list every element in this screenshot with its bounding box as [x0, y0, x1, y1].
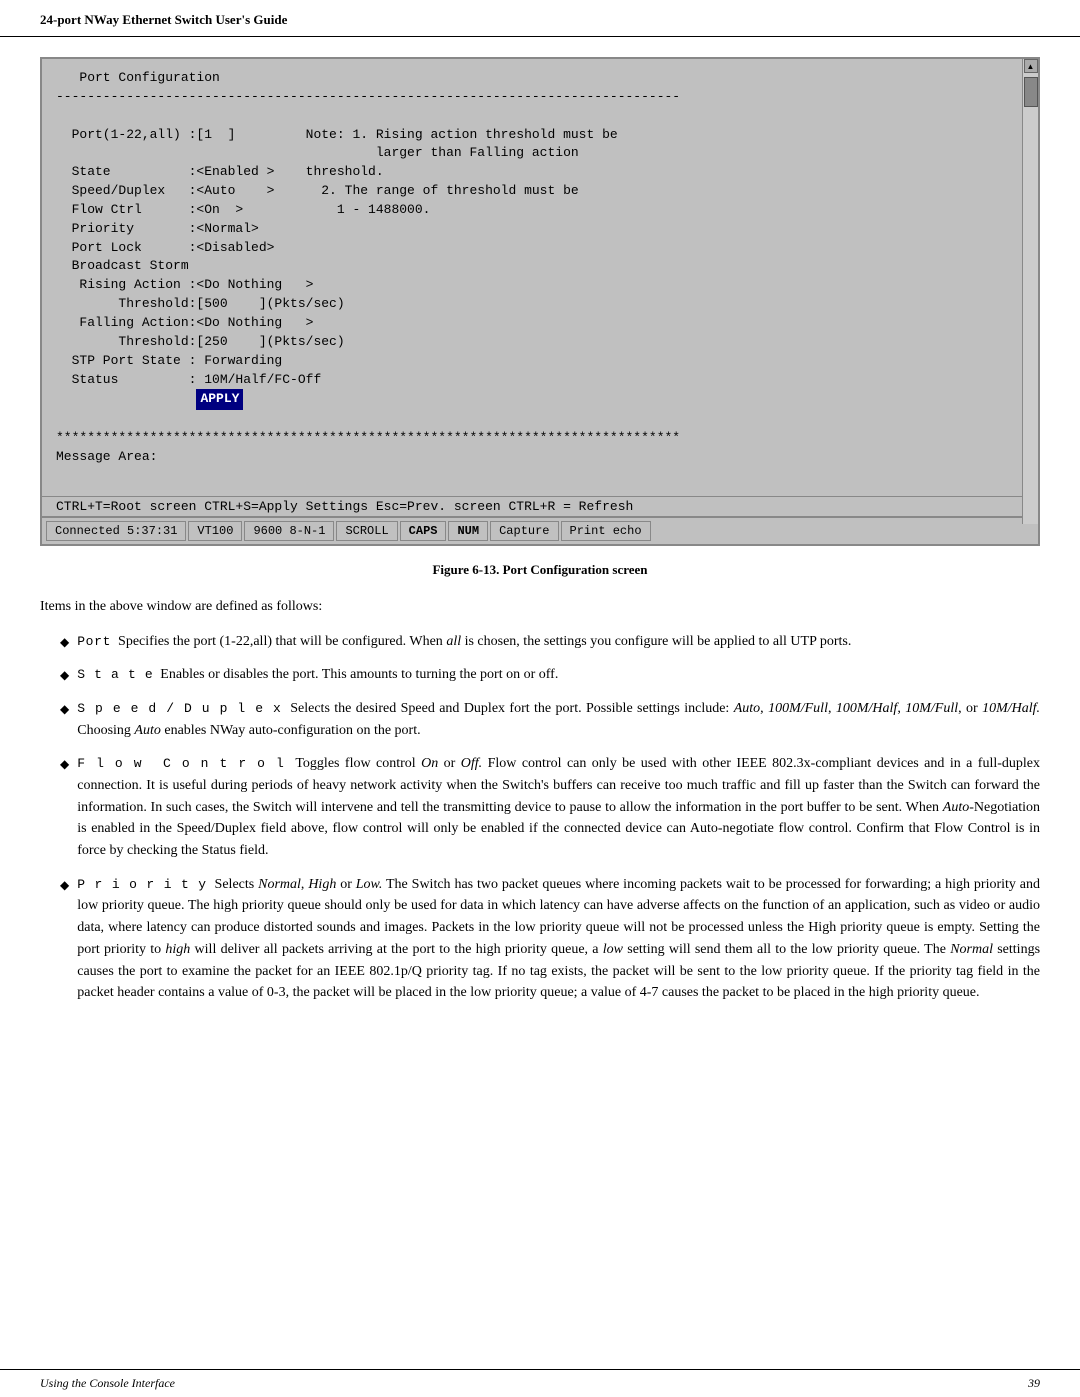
speed-field: Speed/Duplex :<Auto > 2. The range of th… — [56, 182, 1008, 201]
terminal-title-line: Port Configuration — [56, 69, 1008, 88]
port-label: Port — [77, 634, 111, 649]
flow-off-italic: Off. — [461, 756, 482, 771]
page-header: 24-port NWay Ethernet Switch User's Guid… — [0, 0, 1080, 37]
bullet-content-port: Port Specifies the port (1-22,all) that … — [77, 631, 1040, 653]
speed-10full-italic: 10M/Full — [905, 701, 958, 716]
speed-10half-italic: 10M/Half. — [982, 701, 1040, 716]
speed-label: S p e e d / D u p l e x — [77, 701, 281, 716]
priority-high2-italic: high — [165, 942, 190, 957]
baud-status: 9600 8-N-1 — [244, 521, 334, 541]
header-title: 24-port NWay Ethernet Switch User's Guid… — [40, 12, 287, 28]
blank-3 — [56, 467, 1008, 486]
bullet-item-speed: ◆ S p e e d / D u p l e x Selects the de… — [60, 698, 1040, 741]
caps-status: CAPS — [400, 521, 447, 541]
priority-low-italic: Low. — [356, 877, 383, 892]
port-all-italic: all — [446, 634, 461, 649]
rising-threshold: Threshold:[500 ](Pkts/sec) — [56, 295, 1008, 314]
terminal-blank-1 — [56, 107, 1008, 126]
terminal-window: ▲ Port Configuration -------------------… — [40, 57, 1040, 546]
broadcast-label: Broadcast Storm — [56, 257, 1008, 276]
speed-100full-italic: 100M/Full — [768, 701, 828, 716]
bullet-list: ◆ Port Specifies the port (1-22,all) tha… — [60, 631, 1040, 1004]
state-label: S t a t e — [77, 667, 153, 682]
page-footer: Using the Console Interface 39 — [0, 1369, 1080, 1397]
blank-2 — [56, 410, 1008, 429]
main-content: ▲ Port Configuration -------------------… — [0, 37, 1080, 1036]
status-bar: Connected 5:37:31 VT100 9600 8-N-1 SCROL… — [42, 516, 1038, 544]
bullet-content-state: S t a t e Enables or disables the port. … — [77, 664, 1040, 686]
scrollbar-thumb[interactable] — [1024, 77, 1038, 107]
flow-field: Flow Ctrl :<On > 1 - 1488000. — [56, 201, 1008, 220]
capture-status: Capture — [490, 521, 558, 541]
bullet-content-flow: F l o w C o n t r o l Toggles flow contr… — [77, 753, 1040, 861]
priority-normal2-italic: Normal — [950, 942, 993, 957]
bullet-content-speed: S p e e d / D u p l e x Selects the desi… — [77, 698, 1040, 741]
falling-threshold: Threshold:[250 ](Pkts/sec) — [56, 333, 1008, 352]
priority-label: P r i o r i t y — [77, 877, 207, 892]
port-field: Port(1-22,all) :[1 ] Note: 1. Rising act… — [56, 126, 1008, 145]
priority-field: Priority :<Normal> — [56, 220, 1008, 239]
bullet-diamond-port: ◆ — [60, 633, 69, 653]
speed-options-italic: Auto — [734, 701, 760, 716]
bullet-content-priority: P r i o r i t y Selects Normal, High or … — [77, 874, 1040, 1004]
scroll-up-arrow[interactable]: ▲ — [1024, 59, 1038, 73]
rising-action: Rising Action :<Do Nothing > — [56, 276, 1008, 295]
message-area: Message Area: — [56, 448, 1008, 467]
protocol-status: VT100 — [188, 521, 242, 541]
bullet-item-flow: ◆ F l o w C o n t r o l Toggles flow con… — [60, 753, 1040, 861]
terminal-screen: Port Configuration ---------------------… — [42, 59, 1022, 496]
falling-action: Falling Action:<Do Nothing > — [56, 314, 1008, 333]
speed-auto-italic: Auto — [134, 723, 160, 738]
bullet-diamond-state: ◆ — [60, 666, 69, 686]
bullet-item-state: ◆ S t a t e Enables or disables the port… — [60, 664, 1040, 686]
status-line: Status : 10M/Half/FC-Off — [56, 371, 1008, 390]
bottom-bar-text: CTRL+T=Root screen CTRL+S=Apply Settings… — [56, 499, 633, 514]
figure-caption: Figure 6-13. Port Configuration screen — [40, 562, 1040, 578]
state-field: State :<Enabled > threshold. — [56, 163, 1008, 182]
note-larger: larger than Falling action — [56, 144, 1008, 163]
num-status: NUM — [448, 521, 488, 541]
flow-label: F l o w C o n t r o l — [77, 756, 284, 771]
bullet-diamond-priority: ◆ — [60, 876, 69, 1004]
terminal-bottom-bar: CTRL+T=Root screen CTRL+S=Apply Settings… — [42, 496, 1022, 516]
portlock-field: Port Lock :<Disabled> — [56, 239, 1008, 258]
intro-text: Items in the above window are defined as… — [40, 596, 1040, 617]
speed-100half-italic: 100M/Half — [836, 701, 897, 716]
priority-low2-italic: low — [603, 942, 623, 957]
bullet-diamond-speed: ◆ — [60, 700, 69, 741]
terminal-separator-line: ----------------------------------------… — [56, 88, 1008, 107]
bullet-item-port: ◆ Port Specifies the port (1-22,all) tha… — [60, 631, 1040, 653]
flow-on-italic: On — [421, 756, 438, 771]
bullet-diamond-flow: ◆ — [60, 755, 69, 861]
print-echo-status: Print echo — [561, 521, 651, 541]
flow-auto-italic: Auto — [943, 800, 969, 815]
apply-button[interactable]: APPLY — [196, 389, 243, 410]
priority-high-italic: High — [308, 877, 336, 892]
footer-right: 39 — [1028, 1376, 1040, 1391]
stp-state: STP Port State : Forwarding — [56, 352, 1008, 371]
scroll-status: SCROLL — [336, 521, 397, 541]
bullet-item-priority: ◆ P r i o r i t y Selects Normal, High o… — [60, 874, 1040, 1004]
scrollbar[interactable]: ▲ — [1022, 59, 1038, 524]
footer-left: Using the Console Interface — [40, 1376, 175, 1391]
connected-status: Connected 5:37:31 — [46, 521, 186, 541]
stars-line: ****************************************… — [56, 429, 1008, 448]
priority-normal-italic: Normal — [258, 877, 301, 892]
apply-line: APPLY — [56, 389, 1008, 410]
